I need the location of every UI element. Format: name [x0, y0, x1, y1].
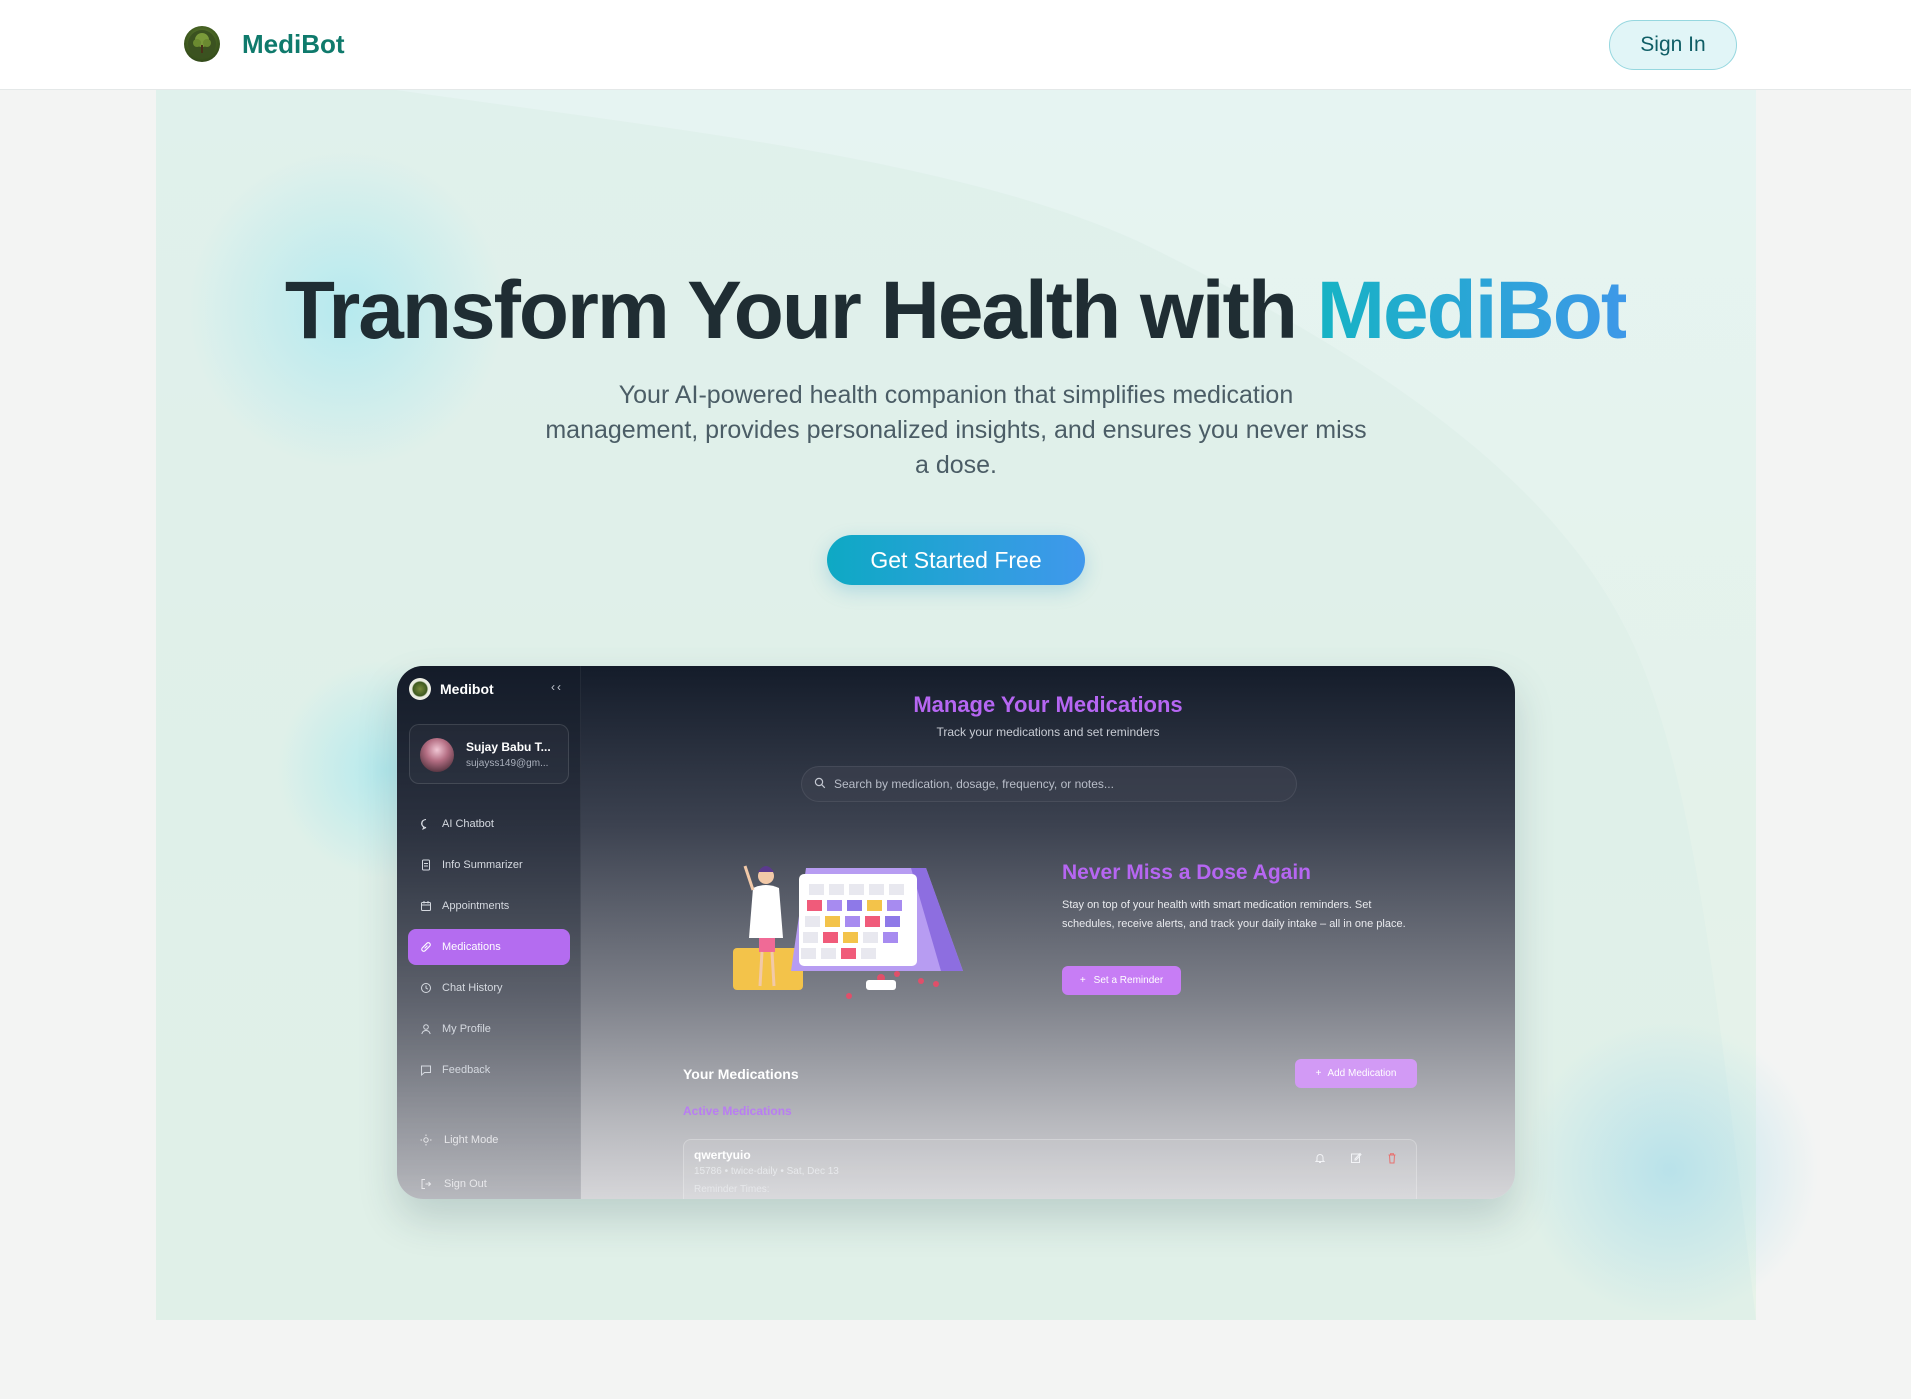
- hero-glow: [1520, 1020, 1820, 1320]
- hero-subtitle: Your AI-powered health companion that si…: [545, 381, 1367, 479]
- plus-icon: +: [1079, 975, 1086, 986]
- sidebar-item-my-profile[interactable]: My Profile: [408, 1011, 570, 1047]
- sidebar-item-label: Appointments: [442, 900, 510, 912]
- document-icon: [420, 859, 432, 871]
- doctor-calendar-illustration: [733, 865, 963, 999]
- pill-icon: [420, 941, 432, 953]
- history-icon: [420, 982, 432, 994]
- get-started-button[interactable]: Get Started Free: [827, 535, 1085, 585]
- light-mode-label: Light Mode: [444, 1134, 499, 1146]
- sidebar-item-ai-chatbot[interactable]: AI Chatbot: [408, 806, 570, 842]
- hero-title-accent: MediBot: [1316, 265, 1628, 356]
- active-medications-heading: Active Medications: [683, 1104, 792, 1118]
- logout-icon: [420, 1178, 432, 1190]
- tree-logo-icon: [409, 678, 431, 700]
- hero-title: Transform Your Health with MediBot: [0, 264, 1911, 358]
- medication-meta: 15786 • twice-daily • Sat, Dec 13: [694, 1166, 839, 1177]
- feedback-icon: [420, 1064, 432, 1076]
- plus-icon: +: [1315, 1068, 1322, 1079]
- brand[interactable]: MediBot: [184, 26, 345, 62]
- add-medication-button[interactable]: + Add Medication: [1295, 1059, 1417, 1088]
- promo-text: Stay on top of your health with smart me…: [1062, 899, 1406, 930]
- user-name: Sujay Babu T...: [466, 740, 551, 754]
- page-title: Manage Your Medications: [913, 692, 1183, 717]
- sidebar-item-label: Medications: [442, 941, 501, 953]
- page-subtitle: Track your medications and set reminders: [936, 725, 1160, 739]
- medication-name: qwertyuio: [694, 1148, 751, 1162]
- sidebar-bottom: Light Mode Sign Out: [408, 1118, 570, 1199]
- top-header: MediBot Sign In: [0, 0, 1911, 90]
- trash-icon[interactable]: [1384, 1150, 1400, 1166]
- promo-title: Never Miss a Dose Again: [1062, 861, 1311, 884]
- sidebar-item-label: Info Summarizer: [442, 859, 523, 871]
- edit-icon[interactable]: [1348, 1150, 1364, 1166]
- preview-sidebar: Medibot ‹‹ Sujay Babu T... sujayss149@gm…: [397, 666, 581, 1199]
- tree-logo-icon: [184, 26, 220, 62]
- sidebar-item-medications[interactable]: Medications: [408, 929, 570, 965]
- preview-main: Manage Your Medications Track your medic…: [581, 666, 1515, 1199]
- light-mode-toggle[interactable]: Light Mode: [408, 1118, 570, 1162]
- sidebar-nav: AI Chatbot Info Summarizer Appointments …: [408, 806, 570, 1093]
- app-preview-screenshot: Medibot ‹‹ Sujay Babu T... sujayss149@gm…: [397, 666, 1515, 1199]
- bell-icon[interactable]: [1312, 1150, 1328, 1166]
- sign-in-button[interactable]: Sign In: [1609, 20, 1737, 70]
- set-reminder-button[interactable]: + Set a Reminder: [1062, 966, 1181, 995]
- calendar-icon: [420, 900, 432, 912]
- search-placeholder: Search by medication, dosage, frequency,…: [834, 777, 1114, 791]
- sidebar-item-label: Feedback: [442, 1064, 491, 1076]
- medication-actions: [1312, 1150, 1400, 1166]
- search-icon: [814, 777, 826, 792]
- sidebar-item-label: AI Chatbot: [442, 818, 494, 830]
- sidebar-item-info-summarizer[interactable]: Info Summarizer: [408, 847, 570, 883]
- sidebar-item-feedback[interactable]: Feedback: [408, 1052, 570, 1088]
- sidebar-item-label: Chat History: [442, 982, 503, 994]
- sidebar-item-appointments[interactable]: Appointments: [408, 888, 570, 924]
- section-title: Your Medications: [683, 1066, 799, 1082]
- sidebar-item-chat-history[interactable]: Chat History: [408, 970, 570, 1006]
- sun-icon: [420, 1134, 432, 1146]
- user-card[interactable]: Sujay Babu T... sujayss149@gm...: [409, 724, 569, 784]
- sidebar-item-label: My Profile: [442, 1023, 491, 1035]
- hero-title-prefix: Transform Your Health with: [284, 265, 1298, 356]
- brand-name: MediBot: [242, 28, 345, 59]
- chat-icon: [420, 818, 432, 830]
- sign-out-label: Sign Out: [444, 1178, 487, 1190]
- reminder-times-label: Reminder Times:: [694, 1184, 770, 1195]
- sign-out-button[interactable]: Sign Out: [408, 1162, 570, 1199]
- avatar: [420, 738, 454, 772]
- medication-card[interactable]: qwertyuio 15786 • twice-daily • Sat, Dec…: [683, 1139, 1417, 1199]
- set-reminder-label: Set a Reminder: [1093, 975, 1164, 986]
- user-email: sujayss149@gm...: [466, 758, 549, 769]
- preview-brand: Medibot: [409, 678, 494, 700]
- user-icon: [420, 1023, 432, 1035]
- search-input[interactable]: Search by medication, dosage, frequency,…: [801, 766, 1297, 802]
- preview-brand-name: Medibot: [440, 681, 494, 697]
- collapse-sidebar-icon[interactable]: ‹‹: [551, 680, 563, 694]
- add-medication-label: Add Medication: [1327, 1068, 1397, 1079]
